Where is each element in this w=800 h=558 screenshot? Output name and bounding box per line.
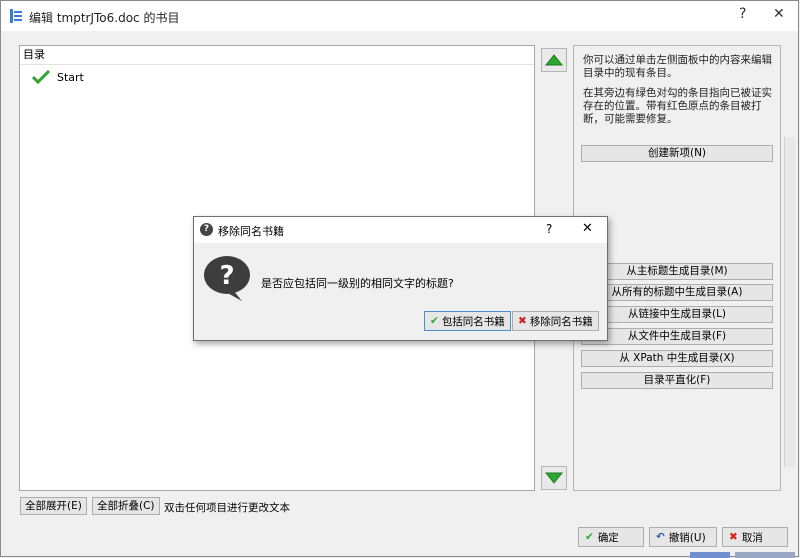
generate-from-files-button[interactable]: 从文件中生成目录(F) xyxy=(581,328,773,345)
generate-from-headings-button[interactable]: 从主标题生成目录(M) xyxy=(581,263,773,280)
remove-label: 移除同名书籍 xyxy=(529,315,593,328)
window-title: 编辑 tmptrJTo6.doc 的书目 xyxy=(29,11,180,25)
help-button[interactable]: ? xyxy=(739,6,746,22)
check-icon: ✔ xyxy=(585,531,594,543)
generate-from-links-button[interactable]: 从链接中生成目录(L) xyxy=(581,306,773,323)
cancel-icon: ✖ xyxy=(729,531,738,543)
dialog-help-button[interactable]: ? xyxy=(546,222,552,236)
include-label: 包括同名书籍 xyxy=(441,315,505,328)
undo-label: 撤销(U) xyxy=(668,531,706,544)
help-paragraph: 你可以通过单击左侧面板中的内容来编辑目录中的现有条目。 xyxy=(583,54,772,79)
help-paragraph: 在其旁边有绿色对勾的条目指向已被证实存在的位置。带有红色原点的条目被打断，可能需… xyxy=(583,87,772,125)
app-icon xyxy=(10,9,22,23)
tree-header: 目录 xyxy=(20,46,534,65)
include-duplicates-button[interactable]: ✔ 包括同名书籍 xyxy=(424,311,511,331)
tree-item-label: Start xyxy=(57,70,84,84)
create-new-button[interactable]: 创建新项(N) xyxy=(581,145,773,162)
question-bubble-icon: ? xyxy=(204,256,250,301)
tree-item[interactable]: Start xyxy=(32,68,84,86)
cancel-button[interactable]: ✖ 取消 xyxy=(722,527,788,547)
arrow-down-icon xyxy=(545,472,563,484)
taskbar-fragment xyxy=(690,552,730,558)
undo-button[interactable]: ↶ 撤销(U) xyxy=(649,527,717,547)
dialog-message: 是否应包括同一级别的相同文字的标题? xyxy=(261,277,454,290)
dialog-title: 移除同名书籍 xyxy=(218,225,284,238)
generate-from-xpath-button[interactable]: 从 XPath 中生成目录(X) xyxy=(581,350,773,367)
help-text: 你可以通过单击左侧面板中的内容来编辑目录中的现有条目。 在其旁边有绿色对勾的条目… xyxy=(583,54,775,133)
cross-icon: ✖ xyxy=(518,315,527,327)
ok-button[interactable]: ✔ 确定 xyxy=(578,527,644,547)
check-icon xyxy=(32,70,50,84)
ok-label: 确定 xyxy=(597,531,619,544)
remove-duplicates-button[interactable]: ✖ 移除同名书籍 xyxy=(512,311,599,331)
remove-duplicates-dialog: ? 移除同名书籍 ? ✕ ? 是否应包括同一级别的相同文字的标题? ✔ 包括同名… xyxy=(193,216,608,341)
vertical-scrollbar[interactable] xyxy=(784,137,795,467)
svg-text:?: ? xyxy=(219,261,234,291)
close-button[interactable]: ✕ xyxy=(773,6,785,22)
question-icon: ? xyxy=(200,223,213,236)
dialog-title-bar: ? 移除同名书籍 ? ✕ xyxy=(194,217,607,243)
check-icon: ✔ xyxy=(430,315,439,327)
move-down-button[interactable] xyxy=(541,466,567,490)
cancel-label: 取消 xyxy=(741,531,763,544)
flatten-toc-button[interactable]: 目录平直化(F) xyxy=(581,372,773,389)
generate-from-all-headings-button[interactable]: 从所有的标题中生成目录(A) xyxy=(581,284,773,301)
arrow-up-icon xyxy=(545,54,563,66)
hint-text: 双击任何项目进行更改文本 xyxy=(164,502,290,514)
collapse-all-button[interactable]: 全部折叠(C) xyxy=(92,497,160,515)
taskbar-fragment xyxy=(735,552,795,558)
undo-icon: ↶ xyxy=(656,531,665,543)
title-bar: 编辑 tmptrJTo6.doc 的书目 ? ✕ xyxy=(1,1,798,31)
expand-all-button[interactable]: 全部展开(E) xyxy=(20,497,87,515)
move-up-button[interactable] xyxy=(541,48,567,72)
dialog-close-button[interactable]: ✕ xyxy=(582,221,593,236)
